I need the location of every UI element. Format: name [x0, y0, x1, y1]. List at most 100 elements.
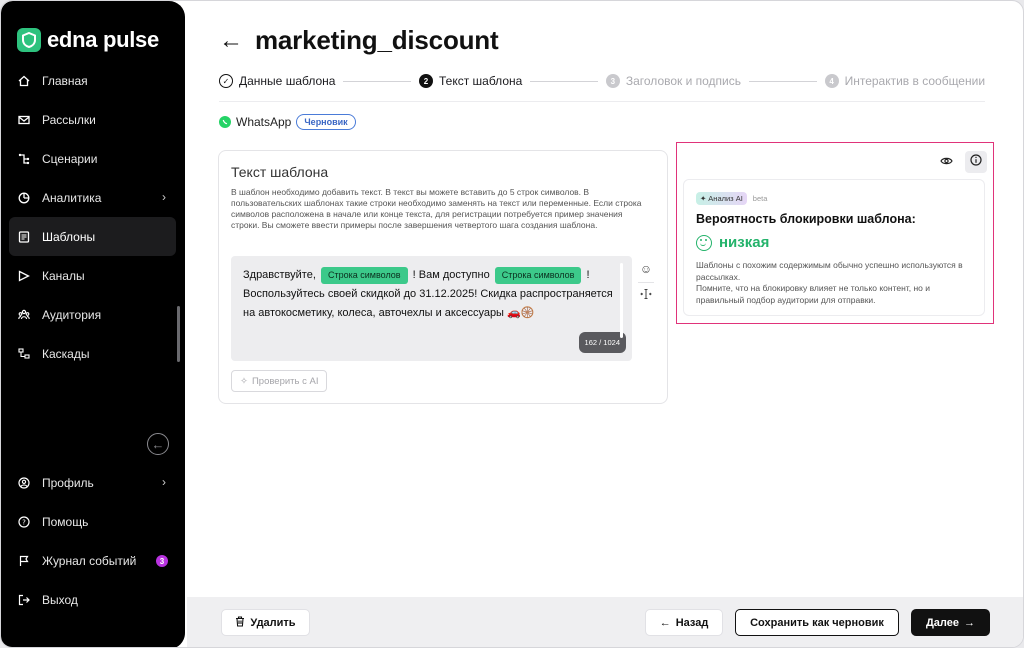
back-button[interactable]: ← Назад [645, 609, 723, 636]
logo-text: edna pulse [47, 27, 159, 52]
sidebar-item-logout[interactable]: Выход [9, 580, 176, 619]
footer-bar: Удалить ← Назад Сохранить как черновик Д… [187, 597, 1023, 647]
delete-button[interactable]: Удалить [221, 609, 310, 636]
whatsapp-icon [219, 116, 231, 128]
sparkle-icon: ✧ [240, 375, 248, 387]
send-icon [17, 269, 31, 283]
sidebar-item-cascades[interactable]: Каскады [9, 334, 176, 373]
logout-icon [17, 593, 31, 607]
ai-analysis-panel: ✦ Анализ AI beta Вероятность блокировки … [676, 142, 994, 324]
sidebar-item-templates[interactable]: Шаблоны [9, 217, 176, 256]
toolbar-divider [638, 282, 654, 283]
sidebar-bottom-nav: Профиль › ? Помощь Журнал событий 3 Выхо… [9, 463, 176, 619]
template-text-card: Текст шаблона В шаблон необходимо добави… [218, 150, 668, 404]
insert-variable-button[interactable] [637, 286, 655, 304]
step-connector [749, 80, 817, 82]
emoji-icon: ☺ [639, 262, 653, 276]
sidebar-item-home[interactable]: Главная [9, 61, 176, 100]
ai-description-line: Шаблоны с похожим содержимым обычно успе… [696, 260, 963, 282]
sidebar-item-event-log[interactable]: Журнал событий 3 [9, 541, 176, 580]
sidebar-item-help[interactable]: ? Помощь [9, 502, 176, 541]
message-text: Здравствуйте, [243, 269, 316, 281]
info-icon [970, 153, 982, 171]
step-interactive[interactable]: 4 Интерактив в сообщении [824, 74, 986, 88]
ai-description-line: Помните, что на блокировку влияет не тол… [696, 283, 931, 305]
svg-text:?: ? [22, 518, 26, 526]
step-number: 3 [605, 74, 620, 88]
button-label: Проверить с AI [251, 375, 319, 387]
emoji-button[interactable]: ☺ [637, 260, 655, 278]
profile-icon [17, 476, 31, 490]
check-with-ai-button[interactable]: ✧ Проверить с AI [231, 370, 328, 392]
block-probability-heading: Вероятность блокировки шаблона: [696, 212, 916, 226]
chevron-right-icon: › [162, 475, 166, 489]
step-number: 4 [824, 74, 839, 88]
button-label: Удалить [250, 616, 296, 629]
header-divider [219, 101, 985, 102]
help-icon: ? [17, 515, 31, 529]
logo[interactable]: edna pulse [17, 27, 159, 53]
sidebar-item-mailings[interactable]: Рассылки [9, 100, 176, 139]
sidebar: edna pulse Главная Рассылки Сценарии Ана… [1, 1, 185, 647]
sidebar-item-label: Выход [42, 592, 78, 607]
save-draft-button[interactable]: Сохранить как черновик [735, 609, 899, 636]
status-badge: Черновик [296, 114, 356, 130]
variable-chip[interactable]: Строка символов [320, 267, 408, 284]
arrow-left-icon: ← [659, 616, 671, 629]
channel-row: WhatsApp Черновик [219, 114, 356, 130]
step-label: Текст шаблона [439, 74, 523, 88]
step-connector [530, 80, 598, 82]
collapse-sidebar-button[interactable]: ← [147, 433, 169, 455]
chart-icon [17, 191, 31, 205]
sidebar-item-scenarios[interactable]: Сценарии [9, 139, 176, 178]
home-icon [17, 74, 31, 88]
flag-icon [17, 554, 31, 568]
message-text: ! Вам доступно [412, 269, 490, 281]
main-content: ← marketing_discount ✓ Данные шаблона 2 … [187, 1, 1023, 647]
step-header-signature[interactable]: 3 Заголовок и подпись [605, 74, 741, 88]
ai-result-card: ✦ Анализ AI beta Вероятность блокировки … [683, 179, 985, 316]
sidebar-item-channels[interactable]: Каналы [9, 256, 176, 295]
button-label: Далее [925, 616, 960, 629]
sidebar-item-audience[interactable]: Аудитория [9, 295, 176, 334]
info-button[interactable] [965, 151, 987, 173]
message-text: Воспользуйтесь своей скидкой до 31.12.20… [243, 288, 613, 319]
trash-icon [235, 615, 245, 630]
step-template-data[interactable]: ✓ Данные шаблона [219, 74, 335, 88]
check-icon: ✓ [219, 74, 233, 88]
editor-scrollbar[interactable] [620, 263, 623, 338]
beta-label: beta [752, 194, 768, 203]
card-title: Текст шаблона [231, 164, 329, 180]
smile-icon [696, 234, 712, 251]
preview-button[interactable] [935, 151, 957, 173]
template-icon [17, 230, 31, 244]
sidebar-item-profile[interactable]: Профиль › [9, 463, 176, 502]
sidebar-item-label: Каналы [42, 268, 85, 283]
message-editor[interactable]: Здравствуйте, Строка символов ! Вам дост… [231, 256, 632, 361]
step-template-text[interactable]: 2 Текст шаблона [419, 74, 522, 88]
sidebar-item-label: Сценарии [42, 151, 98, 166]
sidebar-item-label: Профиль [42, 475, 94, 490]
sidebar-scrollbar[interactable] [177, 306, 180, 362]
risk-level: низкая [696, 234, 769, 251]
variable-chip[interactable]: Строка символов [494, 267, 582, 284]
page-title: marketing_discount [255, 25, 499, 55]
step-label: Данные шаблона [239, 74, 336, 88]
text-cursor-icon [640, 288, 652, 303]
risk-level-text: низкая [719, 234, 770, 251]
flow-icon [17, 152, 31, 166]
chevron-right-icon: › [162, 190, 166, 204]
next-button[interactable]: Далее → [911, 609, 990, 636]
sparkle-icon: ✦ [700, 194, 707, 203]
sidebar-item-label: Рассылки [42, 112, 96, 127]
app-window: edna pulse Главная Рассылки Сценарии Ана… [0, 0, 1024, 648]
sidebar-item-label: Аналитика [42, 190, 102, 205]
step-label: Интерактив в сообщении [844, 74, 986, 88]
back-arrow-icon[interactable]: ← [219, 27, 243, 55]
logo-icon [17, 28, 41, 52]
arrow-left-icon: ← [151, 436, 165, 452]
audience-icon [17, 308, 31, 322]
panel-toolbar [935, 151, 987, 173]
sidebar-item-analytics[interactable]: Аналитика › [9, 178, 176, 217]
sidebar-item-label: Каскады [42, 346, 90, 361]
